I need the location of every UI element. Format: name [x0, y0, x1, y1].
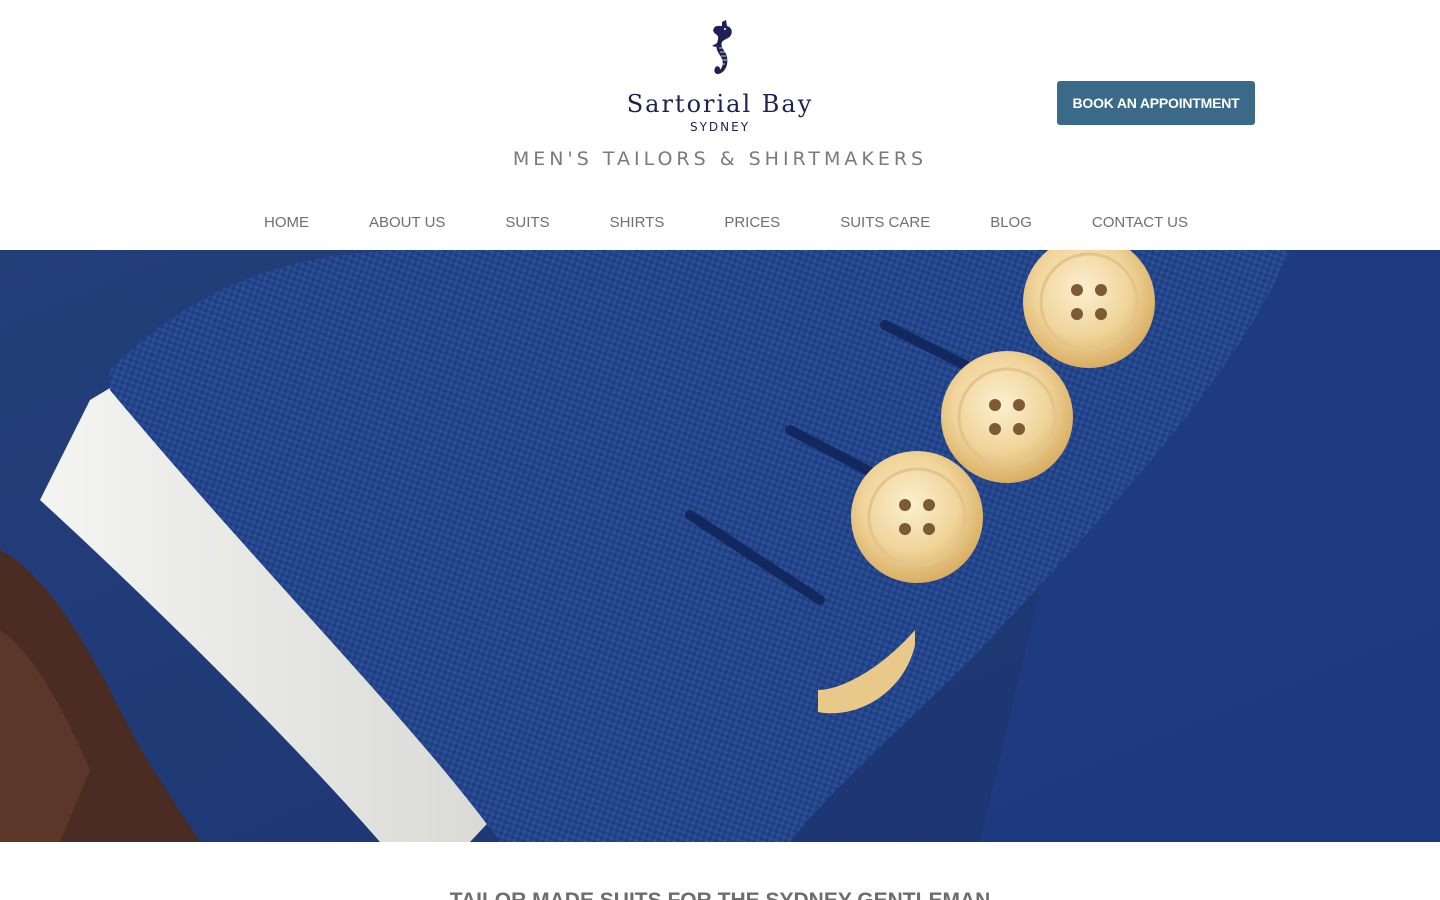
page: Sartorial Bay SYDNEY MEN'S TAILORS & SHI…	[0, 0, 1440, 900]
seahorse-icon	[712, 20, 732, 75]
hero-image	[0, 250, 1440, 842]
nav-item-contact-us[interactable]: CONTACT US	[1062, 214, 1218, 231]
nav-item-home[interactable]: HOME	[234, 214, 339, 231]
nav-item-blog[interactable]: BLOG	[960, 214, 1062, 231]
nav-item-about-us[interactable]: ABOUT US	[339, 214, 475, 231]
site-header: Sartorial Bay SYDNEY MEN'S TAILORS & SHI…	[0, 0, 1440, 250]
nav-item-suits[interactable]: SUITS	[475, 214, 579, 231]
brand-logo[interactable]: Sartorial Bay SYDNEY	[560, 18, 880, 134]
main-nav: HOME ABOUT US SUITS SHIRTS PRICES SUITS …	[234, 208, 1206, 236]
nav-item-suits-care[interactable]: SUITS CARE	[810, 214, 960, 231]
nav-item-shirts[interactable]: SHIRTS	[580, 214, 695, 231]
brand-name: Sartorial Bay	[626, 90, 814, 118]
brand-city: SYDNEY	[689, 120, 751, 134]
book-appointment-button[interactable]: BOOK AN APPOINTMENT	[1057, 81, 1255, 125]
brand-tagline: MEN'S TAILORS & SHIRTMAKERS	[512, 148, 928, 170]
page-headline: TAILOR MADE SUITS FOR THE SYDNEY GENTLEM…	[320, 889, 1120, 900]
button-3	[851, 451, 983, 583]
button-2	[941, 351, 1073, 483]
nav-item-prices[interactable]: PRICES	[694, 214, 810, 231]
suit-sleeve-photo	[0, 250, 1440, 842]
